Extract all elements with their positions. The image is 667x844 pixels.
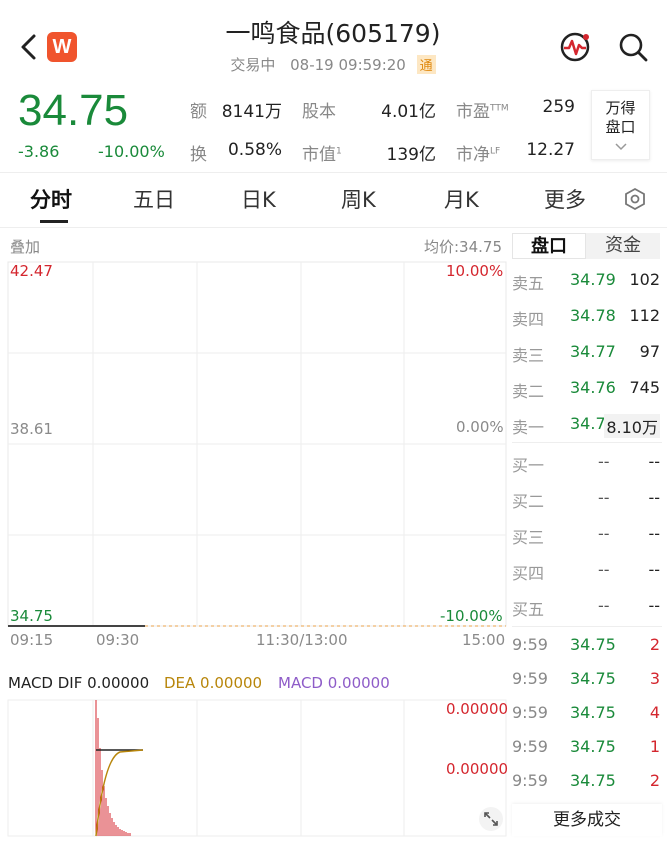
y-mid-price: 38.61: [10, 420, 53, 438]
tab-orderbook[interactable]: 盘口: [512, 233, 586, 259]
macd-y-mid: 0.00000: [446, 760, 509, 778]
tab-five-day[interactable]: 五日: [133, 184, 175, 214]
pb-label: 市净LF: [456, 145, 501, 165]
dea-line: [95, 749, 144, 837]
macd-dif-label: MACD DIF 0.00000: [8, 674, 150, 692]
ask-row-5: 卖五 34.79 102: [512, 270, 660, 293]
hexagon-settings-icon: [625, 187, 645, 211]
intraday-chart: [7, 261, 507, 627]
ask-row-1: 卖一 34.75 8.10万: [512, 414, 660, 438]
macd-histogram: [95, 700, 131, 836]
tab-more[interactable]: 更多: [544, 184, 586, 214]
macd-y-top: 0.00000: [446, 700, 509, 718]
turnover-value: 8141万: [221, 102, 282, 122]
divider: [0, 172, 667, 173]
expand-icon: [479, 807, 503, 831]
market-cap-value: 139亿: [386, 145, 436, 165]
x-label-open: 09:15: [10, 631, 54, 649]
macd-value-label: MACD 0.00000: [278, 674, 390, 692]
trade-row: 9:59 34.75 2: [512, 635, 660, 654]
pulse-icon: [560, 32, 590, 62]
avg-price-label: 均价:34.75: [424, 238, 502, 256]
tab-daily-k[interactable]: 日K: [241, 184, 276, 214]
price-change-pct: -10.00%: [98, 142, 165, 161]
trade-row: 9:59 34.75 2: [512, 771, 660, 790]
tab-monthly-k[interactable]: 月K: [444, 184, 479, 214]
overlay-button[interactable]: 叠加: [10, 236, 40, 257]
pe-label: 市盈TTM: [456, 102, 509, 122]
quote-datetime: 08-19 09:59:20: [290, 56, 406, 74]
last-price: 34.75: [18, 86, 129, 135]
macd-chart: [7, 699, 507, 837]
panel-tabs: 盘口 资金: [512, 233, 660, 259]
tab-weekly-k[interactable]: 周K: [341, 184, 376, 214]
ask-row-4: 卖四 34.78 112: [512, 306, 660, 329]
x-label-close: 15:00: [462, 631, 506, 649]
active-tab-indicator: [40, 220, 68, 223]
chart-settings-button[interactable]: [622, 186, 648, 216]
bid-row-1: 买一 -- --: [512, 452, 660, 475]
trade-status-line: 交易中 08-19 09:59:20 通: [150, 54, 516, 75]
y-max-price: 42.47: [10, 262, 53, 280]
wande-orderbook-button[interactable]: 万得 盘口: [591, 90, 650, 160]
bid-row-5: 买五 -- --: [512, 596, 660, 619]
more-trades-button[interactable]: 更多成交: [512, 804, 662, 836]
bid-row-2: 买二 -- --: [512, 488, 660, 511]
stock-title: 一鸣食品(605179): [225, 19, 441, 48]
x-label-midday: 11:30/13:00: [256, 631, 348, 649]
fullscreen-button[interactable]: [478, 806, 504, 836]
share-capital-value: 4.01亿: [381, 102, 436, 122]
pb-value: 12.27: [526, 140, 575, 160]
y-max-pct: 10.00%: [446, 262, 504, 280]
bid-row-3: 买三 -- --: [512, 524, 660, 547]
ask-row-3: 卖三 34.77 97: [512, 342, 660, 365]
divider: [0, 227, 667, 228]
turnover-rate-value: 0.58%: [227, 140, 282, 160]
market-cap-label: 市值1: [302, 145, 342, 165]
trade-status: 交易中: [230, 56, 276, 74]
y-min-price: 34.75: [10, 607, 53, 625]
back-button[interactable]: [14, 30, 44, 64]
macd-dea-label: DEA 0.00000: [164, 674, 263, 692]
turnover-rate-label: 换: [190, 145, 207, 165]
tab-capital-flow[interactable]: 资金: [586, 233, 660, 259]
share-capital-label: 股本: [302, 102, 336, 122]
y-min-pct: -10.00%: [440, 607, 503, 625]
trade-row: 9:59 34.75 4: [512, 703, 660, 722]
turnover-label: 额: [190, 102, 207, 122]
trade-row: 9:59 34.75 3: [512, 669, 660, 688]
tong-badge: 通: [416, 55, 436, 74]
app-logo: W: [47, 32, 77, 62]
price-change: -3.86: [18, 142, 60, 161]
chevron-down-icon: [614, 143, 627, 151]
tab-intraday[interactable]: 分时: [30, 184, 72, 214]
search-button[interactable]: [616, 30, 650, 64]
y-mid-pct: 0.00%: [456, 418, 504, 436]
orderbook-divider: [512, 442, 662, 443]
chevron-left-icon: [21, 34, 36, 60]
pe-value: 259: [542, 97, 575, 117]
heartbeat-button[interactable]: [558, 30, 592, 64]
search-icon: [619, 33, 648, 62]
ask-row-2: 卖二 34.76 745: [512, 378, 660, 401]
x-label-0930: 09:30: [96, 631, 140, 649]
trade-row: 9:59 34.75 1: [512, 737, 660, 756]
bid-row-4: 买四 -- --: [512, 560, 660, 583]
